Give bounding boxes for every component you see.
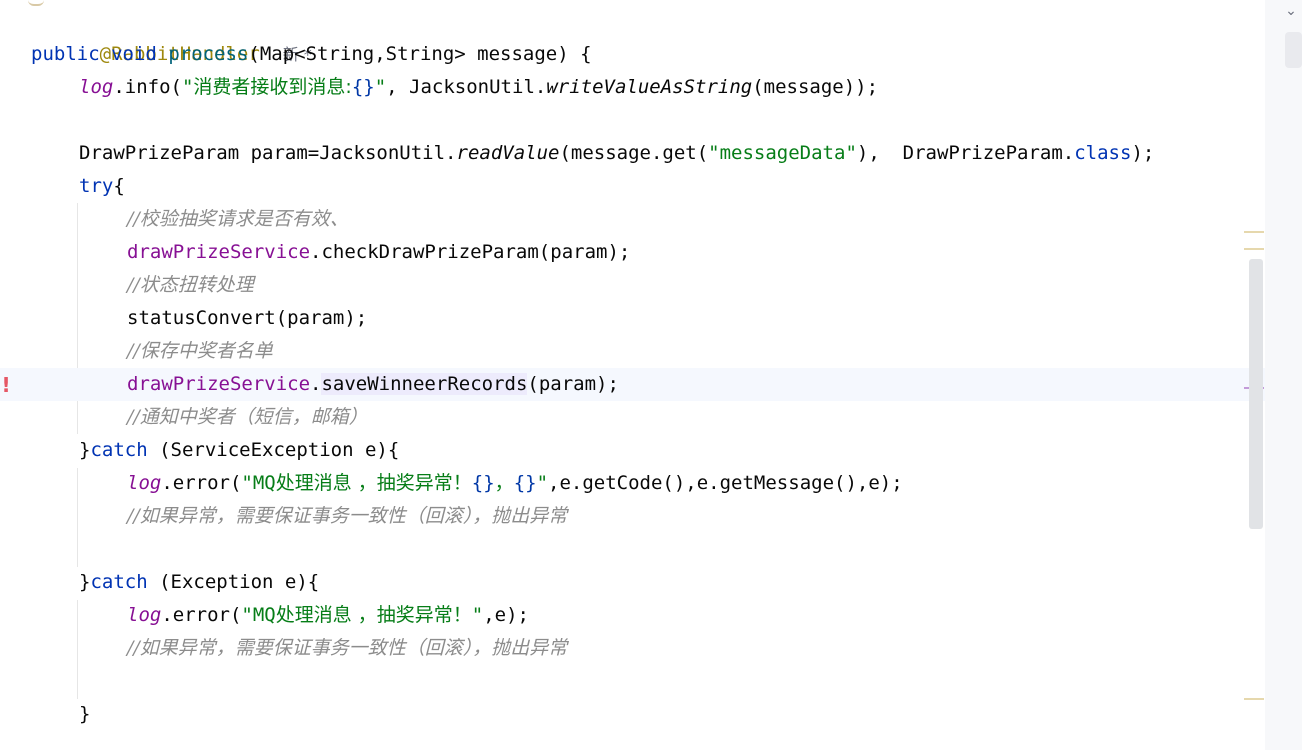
string-literal: 处理消息 ，抽奖异常！ bbox=[275, 604, 472, 626]
code-text: (message.get( bbox=[559, 142, 709, 164]
code-text: , JacksonUtil. bbox=[386, 76, 547, 98]
comment: //校验抽奖请求是否有效、 bbox=[127, 208, 349, 230]
code-editor[interactable]: @RabbitHandler 新 * public void process(M… bbox=[0, 0, 1265, 750]
field-reference: drawPrizeService bbox=[127, 241, 311, 263]
code-line[interactable]: //状态扭转处理 bbox=[0, 269, 1265, 302]
code-text: statusConvert(param); bbox=[127, 307, 368, 329]
code-line[interactable]: @RabbitHandler 新 * bbox=[0, 5, 1265, 65]
method-name: process bbox=[168, 43, 249, 65]
comment: //通知中奖者（短信，邮箱） bbox=[127, 406, 368, 428]
chevron-down-icon[interactable]: ⌄ bbox=[1284, 2, 1298, 20]
string-literal: 消费者接收到消息: bbox=[193, 76, 352, 98]
code-line[interactable]: drawPrizeService.checkDrawPrizeParam(par… bbox=[0, 236, 1265, 269]
code-line[interactable]: }catch (Exception e){ bbox=[0, 566, 1265, 599]
comment: //如果异常，需要保证事务一致性（回滚），抛出异常 bbox=[127, 637, 568, 659]
static-method: readValue bbox=[456, 142, 560, 164]
code-line[interactable]: //如果异常，需要保证事务一致性（回滚），抛出异常 bbox=[0, 632, 1265, 665]
code-line[interactable]: DrawPrizeParam param=JacksonUtil.readVal… bbox=[0, 137, 1265, 170]
code-line[interactable]: public void process(Map<String,String> m… bbox=[0, 38, 1265, 71]
keyword: catch bbox=[90, 571, 148, 593]
comment: //状态扭转处理 bbox=[127, 274, 254, 296]
string-literal: " bbox=[374, 76, 387, 98]
code-text: (param); bbox=[527, 373, 619, 395]
code-line[interactable]: log.error("MQ处理消息 ，抽奖异常！",e); bbox=[0, 599, 1265, 632]
keyword: class bbox=[1074, 142, 1132, 164]
code-line[interactable]: statusConvert(param); bbox=[0, 302, 1265, 335]
code-text: ,e); bbox=[483, 604, 529, 626]
comment: //如果异常，需要保证事务一致性（回滚），抛出异常 bbox=[127, 505, 568, 527]
warning-stripe-mark[interactable] bbox=[1244, 698, 1264, 700]
code-line[interactable]: try{ bbox=[0, 170, 1265, 203]
code-line[interactable]: //如果异常，需要保证事务一致性（回滚），抛出异常 bbox=[0, 500, 1265, 533]
code-line[interactable]: //校验抽奖请求是否有效、 bbox=[0, 203, 1265, 236]
string-literal: " bbox=[536, 472, 549, 494]
format-placeholder: {} bbox=[471, 472, 495, 494]
static-field: log bbox=[79, 76, 114, 98]
static-field: log bbox=[127, 472, 162, 494]
string-literal: 处理消息 ，抽奖异常！ bbox=[275, 472, 472, 494]
code-text: ); bbox=[1131, 142, 1155, 164]
field-reference: drawPrizeService bbox=[127, 373, 311, 395]
format-placeholder: {} bbox=[351, 76, 375, 98]
panel-scroll-thumb[interactable] bbox=[1285, 32, 1302, 68]
static-field: log bbox=[127, 604, 162, 626]
code-line[interactable]: log.info("消费者接收到消息:{}", JacksonUtil.writ… bbox=[0, 71, 1265, 104]
code-text: DrawPrizeParam param=JacksonUtil. bbox=[79, 142, 457, 164]
string-literal: " bbox=[471, 604, 484, 626]
string-literal: "messageData" bbox=[708, 142, 857, 164]
code-text: ,e.getCode(),e.getMessage(),e); bbox=[548, 472, 903, 494]
error-icon[interactable]: ! bbox=[0, 373, 12, 397]
code-text: (Map<String,String> message) { bbox=[248, 43, 592, 65]
code-text: .error( bbox=[161, 472, 242, 494]
right-panel bbox=[1265, 0, 1302, 750]
code-text: } bbox=[79, 571, 91, 593]
keyword: void bbox=[111, 43, 157, 65]
code-line[interactable]: log.error("MQ处理消息 ，抽奖异常！{}，{}",e.getCode… bbox=[0, 467, 1265, 500]
code-text: } bbox=[79, 703, 91, 725]
code-text: . bbox=[310, 373, 322, 395]
string-literal: " bbox=[181, 76, 194, 98]
code-text: .checkDrawPrizeParam(param); bbox=[310, 241, 631, 263]
warning-stripe-mark[interactable] bbox=[1244, 231, 1264, 233]
code-text: .info( bbox=[113, 76, 182, 98]
string-literal: "MQ bbox=[241, 472, 276, 494]
code-line[interactable]: //保存中奖者名单 bbox=[0, 335, 1265, 368]
warning-stripe-mark[interactable] bbox=[1244, 248, 1264, 250]
code-text: (ServiceException e){ bbox=[147, 439, 400, 461]
code-line[interactable]: }catch (ServiceException e){ bbox=[0, 434, 1265, 467]
code-text: (Exception e){ bbox=[147, 571, 320, 593]
code-text: ), DrawPrizeParam. bbox=[856, 142, 1075, 164]
code-line[interactable]: } bbox=[0, 698, 1265, 731]
code-text: { bbox=[113, 175, 125, 197]
code-text: (message)); bbox=[752, 76, 879, 98]
string-literal: "MQ bbox=[241, 604, 276, 626]
code-line[interactable]: //通知中奖者（短信，邮箱） bbox=[0, 401, 1265, 434]
highlighted-method[interactable]: saveWinneerRecords bbox=[321, 373, 528, 395]
string-literal: ， bbox=[494, 472, 514, 494]
vertical-scrollbar[interactable] bbox=[1249, 259, 1263, 529]
keyword: public bbox=[31, 43, 100, 65]
code-text: } bbox=[79, 439, 91, 461]
format-placeholder: {} bbox=[513, 472, 537, 494]
current-code-line[interactable]: drawPrizeService.saveWinneerRecords(para… bbox=[0, 368, 1265, 401]
keyword: try bbox=[79, 175, 114, 197]
code-text: .error( bbox=[161, 604, 242, 626]
comment: //保存中奖者名单 bbox=[127, 340, 273, 362]
keyword: catch bbox=[90, 439, 148, 461]
static-method: writeValueAsString bbox=[546, 76, 753, 98]
